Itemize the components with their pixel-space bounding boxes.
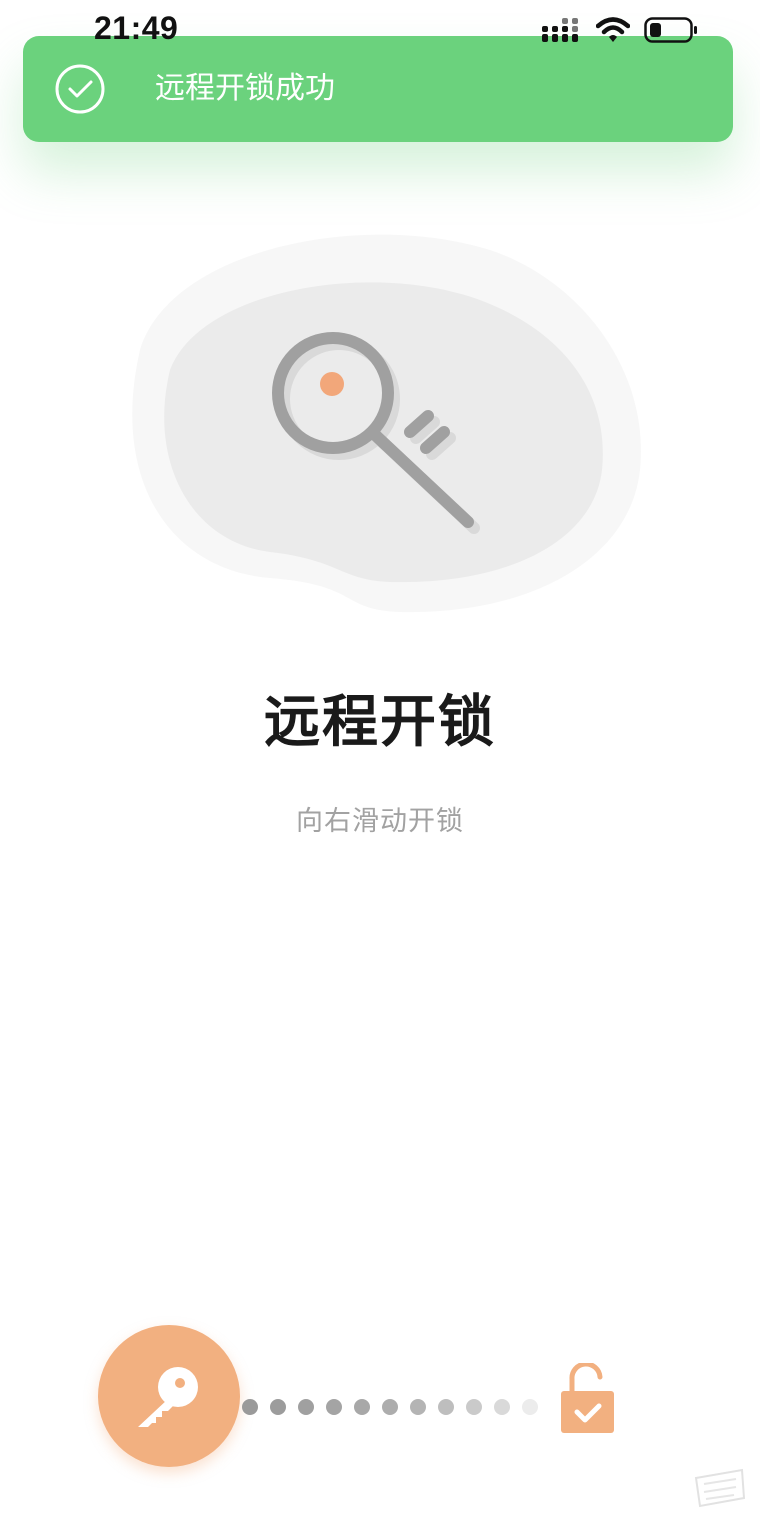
status-time: 21:49 xyxy=(94,10,179,46)
track-dot xyxy=(410,1399,426,1415)
track-dot xyxy=(522,1399,538,1415)
status-icons xyxy=(542,16,698,48)
battery-icon xyxy=(644,16,698,48)
track-dot xyxy=(354,1399,370,1415)
check-circle-icon xyxy=(55,64,105,114)
success-toast: 远程开锁成功 xyxy=(23,36,733,142)
track-dot xyxy=(298,1399,314,1415)
track-dot xyxy=(326,1399,342,1415)
toast-message: 远程开锁成功 xyxy=(155,71,335,106)
slider-knob[interactable] xyxy=(98,1325,240,1467)
remote-unlock-screen: 21:49 远程开锁成功 远程开锁 向右滑动开锁 xyxy=(0,0,760,1520)
track-dot xyxy=(466,1399,482,1415)
slider-track xyxy=(242,1399,538,1415)
track-dot xyxy=(438,1399,454,1415)
track-dot xyxy=(242,1399,258,1415)
slide-hint: 向右滑动开锁 xyxy=(296,806,464,837)
watermark-logo xyxy=(692,1468,748,1508)
signal-icon xyxy=(542,17,582,47)
track-dot xyxy=(270,1399,286,1415)
page-title: 远程开锁 xyxy=(264,690,496,755)
slide-to-unlock[interactable] xyxy=(98,1325,628,1470)
wifi-icon xyxy=(595,17,631,47)
unlock-icon xyxy=(558,1361,618,1439)
track-dot xyxy=(382,1399,398,1415)
key-illustration xyxy=(110,230,650,620)
track-dot xyxy=(494,1399,510,1415)
